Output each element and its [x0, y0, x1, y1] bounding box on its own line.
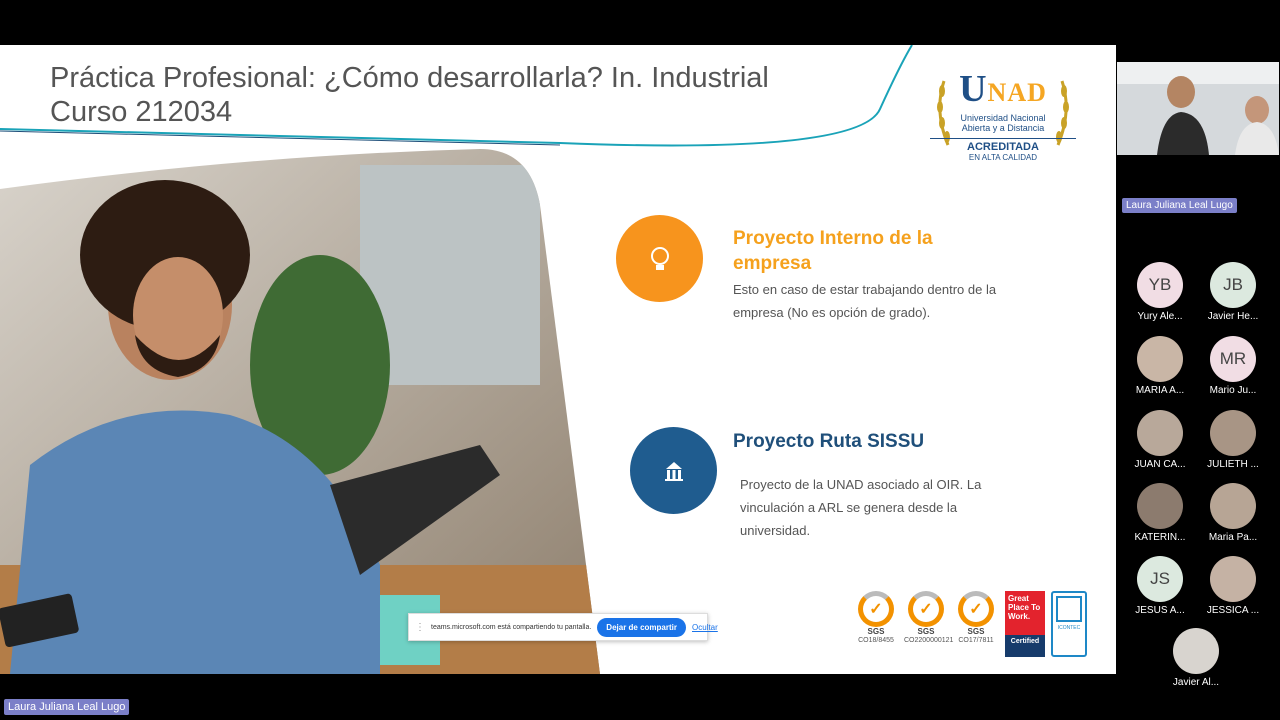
- participant-name: Maria Pa...: [1208, 532, 1258, 543]
- item-1-title: Proyecto Interno de la empresa: [733, 228, 933, 274]
- certification-badges: ✓ SGS CO18/8455 ✓ SGS CO2200000121 ✓ SGS…: [854, 591, 1094, 661]
- participant-name: Yury Ale...: [1137, 311, 1183, 322]
- video-name-tag: Laura Juliana Leal Lugo: [1122, 198, 1237, 213]
- participant-name: JESUS A...: [1135, 605, 1185, 616]
- participant-tile[interactable]: KATERIN...: [1125, 483, 1195, 543]
- item-2-title: Proyecto Ruta SISSU: [733, 431, 925, 452]
- hide-link[interactable]: Ocultar: [692, 623, 718, 632]
- logo-quality: EN ALTA CALIDAD: [968, 153, 1038, 162]
- avatar-initials: MR: [1210, 336, 1256, 382]
- item-1-circle: [616, 215, 703, 302]
- logo-subtitle-1: Universidad Nacional: [960, 113, 1046, 123]
- participant-name: KATERIN...: [1134, 532, 1186, 543]
- screen-share-bar: ⋮ teams.microsoft.com está compartiendo …: [408, 613, 718, 641]
- building-icon: [664, 461, 683, 481]
- unad-logo: UNAD Universidad Nacional Abierta y a Di…: [930, 61, 1076, 162]
- presenter-name-tag: Laura Juliana Leal Lugo: [4, 699, 130, 715]
- share-message: teams.microsoft.com está compartiendo tu…: [431, 623, 592, 631]
- drag-handle-icon[interactable]: ⋮: [415, 622, 425, 633]
- participant-name: Javier Al...: [1172, 677, 1220, 688]
- participant-tile[interactable]: JS JESUS A...: [1125, 556, 1195, 616]
- check-icon: ✓: [908, 591, 944, 627]
- participant-tile[interactable]: YB Yury Ale...: [1125, 262, 1195, 322]
- participant-tile[interactable]: JUAN CA...: [1125, 410, 1195, 470]
- avatar-initials: JB: [1210, 262, 1256, 308]
- shared-slide: Práctica Profesional: ¿Cómo desarrollarl…: [0, 45, 1116, 674]
- logo-subtitle-2: Abierta y a Distancia: [961, 123, 1045, 133]
- slide-title-line1: Práctica Profesional: ¿Cómo desarrollarl…: [50, 62, 769, 94]
- avatar-initials: YB: [1137, 262, 1183, 308]
- participant-name: JULIETH ...: [1207, 459, 1259, 470]
- item-2-description: Proyecto de la UNAD asociado al OIR. La …: [740, 477, 982, 538]
- logo-wordmark: UNAD: [959, 68, 1047, 110]
- participant-tile[interactable]: JULIETH ...: [1198, 410, 1268, 470]
- logo-accreditation: ACREDITADA: [930, 138, 1076, 153]
- participant-tile[interactable]: MR Mario Ju...: [1198, 336, 1268, 396]
- participant-name: JESSICA ...: [1206, 605, 1260, 616]
- participant-tile[interactable]: JB Javier He...: [1198, 262, 1268, 322]
- item-1-description: Esto en caso de estar trabajando dentro …: [733, 282, 997, 320]
- sgs-badge-3: ✓ SGS CO17/7811: [954, 591, 998, 645]
- participant-name: Javier He...: [1207, 311, 1259, 322]
- participant-tile[interactable]: JESSICA ...: [1198, 556, 1268, 616]
- avatar-photo: [1210, 483, 1256, 529]
- slide-title-line2: Curso 212034: [50, 96, 233, 128]
- participant-name: MARIA A...: [1135, 385, 1185, 396]
- participant-tile[interactable]: Javier Al...: [1161, 628, 1231, 688]
- avatar-photo: [1210, 556, 1256, 602]
- stop-sharing-button[interactable]: Dejar de compartir: [597, 617, 686, 637]
- check-icon: ✓: [958, 591, 994, 627]
- item-2-circle: [630, 427, 717, 514]
- participant-name: Mario Ju...: [1209, 385, 1257, 396]
- avatar-photo: [1137, 410, 1183, 456]
- great-place-to-work-badge: Great Place To Work. Certified: [1005, 591, 1045, 657]
- avatar-photo: [1137, 336, 1183, 382]
- presenter-video[interactable]: [1117, 62, 1279, 155]
- participant-name: JUAN CA...: [1134, 459, 1186, 470]
- slide-title: Práctica Profesional: ¿Cómo desarrollarl…: [50, 61, 870, 129]
- avatar-photo: [1173, 628, 1219, 674]
- participant-tile[interactable]: MARIA A...: [1125, 336, 1195, 396]
- video-feed: [1117, 62, 1279, 155]
- sgs-badge-2: ✓ SGS CO2200000121: [904, 591, 953, 645]
- check-icon: ✓: [858, 591, 894, 627]
- icontec-badge: ICONTEC: [1051, 591, 1087, 657]
- avatar-initials: JS: [1137, 556, 1183, 602]
- avatar-photo: [1137, 483, 1183, 529]
- student-photo: [0, 149, 600, 674]
- sgs-badge-1: ✓ SGS CO18/8455: [854, 591, 898, 645]
- participant-tile[interactable]: Maria Pa...: [1198, 483, 1268, 543]
- avatar-photo: [1210, 410, 1256, 456]
- lightbulb-icon: [650, 246, 669, 270]
